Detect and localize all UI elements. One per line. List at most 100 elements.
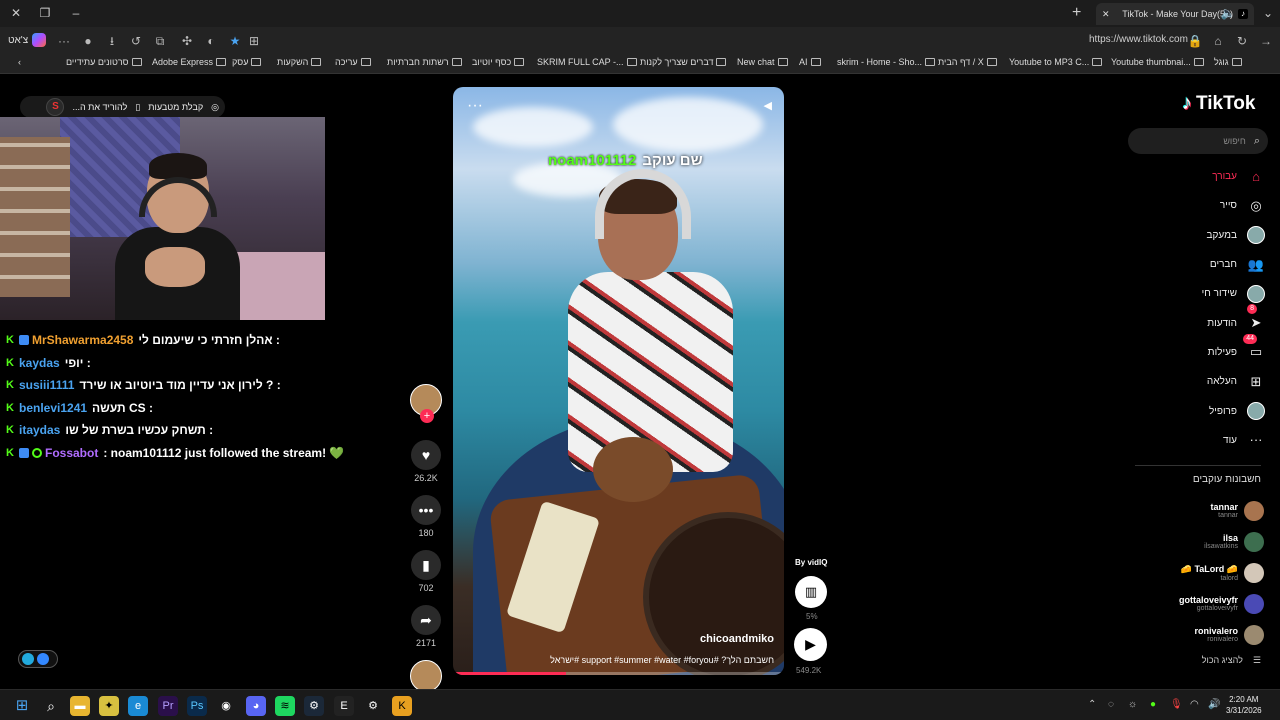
follow-plus-icon[interactable]: +	[420, 409, 434, 423]
tray-status-icon[interactable]: ●	[1150, 699, 1156, 710]
volume-icon[interactable]: ◀	[764, 99, 772, 112]
sidebar-item[interactable]: פעילות ▭ 44	[1130, 333, 1265, 367]
sidebar-item[interactable]: שידור חי	[1130, 279, 1265, 308]
split-screen-icon[interactable]: ⊞	[245, 32, 263, 50]
chat-username[interactable]: kaydas	[19, 356, 60, 370]
premiere-icon[interactable]: Pr	[158, 696, 178, 716]
favorite-star-icon[interactable]: ★	[226, 32, 244, 50]
bookmark-item[interactable]: כסף יוטיוב	[472, 57, 525, 67]
close-window-icon[interactable]: ✕	[6, 4, 26, 22]
copilot-icon[interactable]	[32, 33, 47, 47]
profile-button[interactable]: צ'אט	[8, 33, 47, 47]
app-icon[interactable]: K	[392, 696, 412, 716]
bookmark-item[interactable]: New chat	[737, 57, 788, 67]
bookmarks-chevron-icon[interactable]: ‹	[18, 57, 21, 67]
steam-icon[interactable]: ⚙	[304, 696, 324, 716]
following-account[interactable]: 🧀 TaLord 🧀 talord	[1130, 557, 1264, 588]
chat-username[interactable]: susiii1111	[19, 378, 74, 392]
following-account[interactable]: ronivalero ronivalero	[1130, 619, 1264, 650]
bookmark-item[interactable]: skrim - Home - Sho...	[837, 57, 936, 67]
settings-gear-icon[interactable]: ⚙	[363, 696, 383, 716]
tray-mic-icon[interactable]: 🎙	[1170, 699, 1183, 710]
refresh-icon[interactable]: ↻	[1233, 32, 1251, 50]
chat-username[interactable]: MrShawarma2458	[32, 333, 133, 347]
windows-start-icon[interactable]: ⊞	[12, 696, 32, 716]
video-more-icon[interactable]: ···	[467, 97, 483, 115]
bookmark-item[interactable]: SKRIM FULL CAP -...	[537, 57, 637, 67]
sidebar-item[interactable]: עוד ···	[1130, 426, 1265, 455]
restore-window-icon[interactable]: ❐	[35, 4, 55, 22]
more-menu-icon[interactable]: ···	[55, 32, 73, 50]
epic-games-icon[interactable]: E	[334, 696, 354, 716]
chevron-down-icon[interactable]: ⌄	[1258, 4, 1278, 22]
search-icon[interactable]: ⌕	[1254, 135, 1260, 148]
bookmark-item[interactable]: דברים שצריך לקנות	[640, 57, 727, 67]
chat-username[interactable]: itaydas	[19, 423, 60, 437]
history-icon[interactable]: ↺	[127, 32, 145, 50]
bookmark-icon[interactable]: ▮	[411, 550, 441, 580]
shazam-icon[interactable]: ◐	[202, 32, 220, 50]
new-tab-icon[interactable]: +	[1072, 4, 1081, 22]
video-player[interactable]: noam101112 שם עוקב ··· ◀ chicoandmiko חש…	[453, 87, 784, 675]
sidebar-item[interactable]: סייר ◎	[1130, 191, 1265, 220]
spotify-icon[interactable]: ≋	[275, 696, 295, 716]
following-account[interactable]: ilsa ilsawatkins	[1130, 526, 1264, 557]
video-progress[interactable]	[453, 672, 784, 675]
overlay-toggle[interactable]	[18, 650, 58, 668]
music-disc-icon[interactable]	[410, 660, 442, 692]
close-tab-icon[interactable]: ✕	[1102, 9, 1110, 20]
bookmark-item[interactable]: עריכה	[335, 57, 371, 67]
home-browser-icon[interactable]: ⌂	[1209, 32, 1227, 50]
comment-icon[interactable]: •••	[411, 495, 441, 525]
sticky-app-icon[interactable]: ✦	[99, 696, 119, 716]
mute-tab-icon[interactable]: 🔈	[1218, 4, 1238, 22]
vidiq-stats-icon[interactable]: ▥	[795, 576, 827, 608]
chat-username[interactable]: Fossabot	[45, 446, 98, 460]
sidebar-item[interactable]: פרופיל	[1130, 396, 1265, 425]
sidebar-item[interactable]: חברים 👥	[1130, 250, 1265, 279]
following-account[interactable]: gottaloveivyfr gottaloveivyfr	[1130, 588, 1264, 619]
system-clock[interactable]: 2:20 AM 3/31/2026	[1226, 694, 1262, 716]
tray-volume-icon[interactable]: 🔊	[1208, 699, 1220, 710]
tray-network-icon[interactable]: ☼	[1128, 699, 1137, 710]
play-icon[interactable]: ▶	[794, 628, 827, 661]
video-author[interactable]: chicoandmiko	[700, 633, 774, 645]
bookmark-item[interactable]: רשתות חברתיות	[387, 57, 462, 67]
account-icon[interactable]: ●	[79, 32, 97, 50]
file-explorer-icon[interactable]: ▬	[70, 696, 90, 716]
minimize-window-icon[interactable]: –	[66, 4, 86, 22]
bookmark-item[interactable]: עסק	[232, 57, 262, 67]
show-all-link[interactable]: להציג הכול ☰	[1130, 655, 1261, 666]
obs-icon[interactable]: ◉	[216, 696, 236, 716]
tray-chevron-up-icon[interactable]: ⌃	[1088, 699, 1096, 710]
bookmark-item[interactable]: AI	[799, 57, 821, 67]
tray-app-icon[interactable]: ◌	[1108, 699, 1114, 710]
creator-avatar[interactable]: +	[410, 384, 442, 423]
sidebar-item[interactable]: במעקב	[1130, 221, 1265, 250]
sidebar-item[interactable]: העלאה ⊞	[1130, 367, 1265, 396]
share-icon[interactable]: ➦	[411, 605, 441, 635]
sidebar-item[interactable]: עבורך ⌂	[1130, 162, 1265, 191]
search-input[interactable]: חיפוש ⌕	[1128, 128, 1268, 154]
download-icon[interactable]: ⭳	[103, 32, 121, 50]
like-heart-icon[interactable]: ♥	[411, 440, 441, 470]
search-icon[interactable]: ⌕	[41, 696, 61, 716]
bookmark-item[interactable]: Adobe Express	[152, 57, 227, 67]
overlay-strip[interactable]: ◎ קבלת מטבעות ▯ להוריד את ה... S	[20, 96, 225, 118]
lock-icon[interactable]: 🔒	[1186, 32, 1204, 50]
tray-wifi-icon[interactable]: ◠	[1190, 699, 1199, 710]
bookmark-item[interactable]: גוגל	[1214, 57, 1242, 67]
extensions-icon[interactable]: ⧉	[151, 32, 169, 50]
bookmark-item[interactable]: סרטונים עתידיים	[66, 57, 142, 67]
puzzle-icon[interactable]: ✣	[178, 32, 196, 50]
edge-icon[interactable]: e	[128, 696, 148, 716]
bookmark-item[interactable]: Youtube thumbnai...	[1111, 57, 1204, 67]
bookmark-item[interactable]: השקעות	[277, 57, 322, 67]
tiktok-logo[interactable]: ♪ TikTok	[1182, 92, 1255, 115]
url-field[interactable]: https://www.tiktok.com	[1089, 34, 1188, 45]
chat-username[interactable]: benlevi1241	[19, 401, 87, 415]
following-account[interactable]: tannar tannar	[1130, 495, 1264, 526]
forward-icon[interactable]: →	[1257, 32, 1275, 50]
discord-icon[interactable]: ◕	[246, 696, 266, 716]
sidebar-item[interactable]: הודעות ➤ 8	[1130, 304, 1265, 337]
